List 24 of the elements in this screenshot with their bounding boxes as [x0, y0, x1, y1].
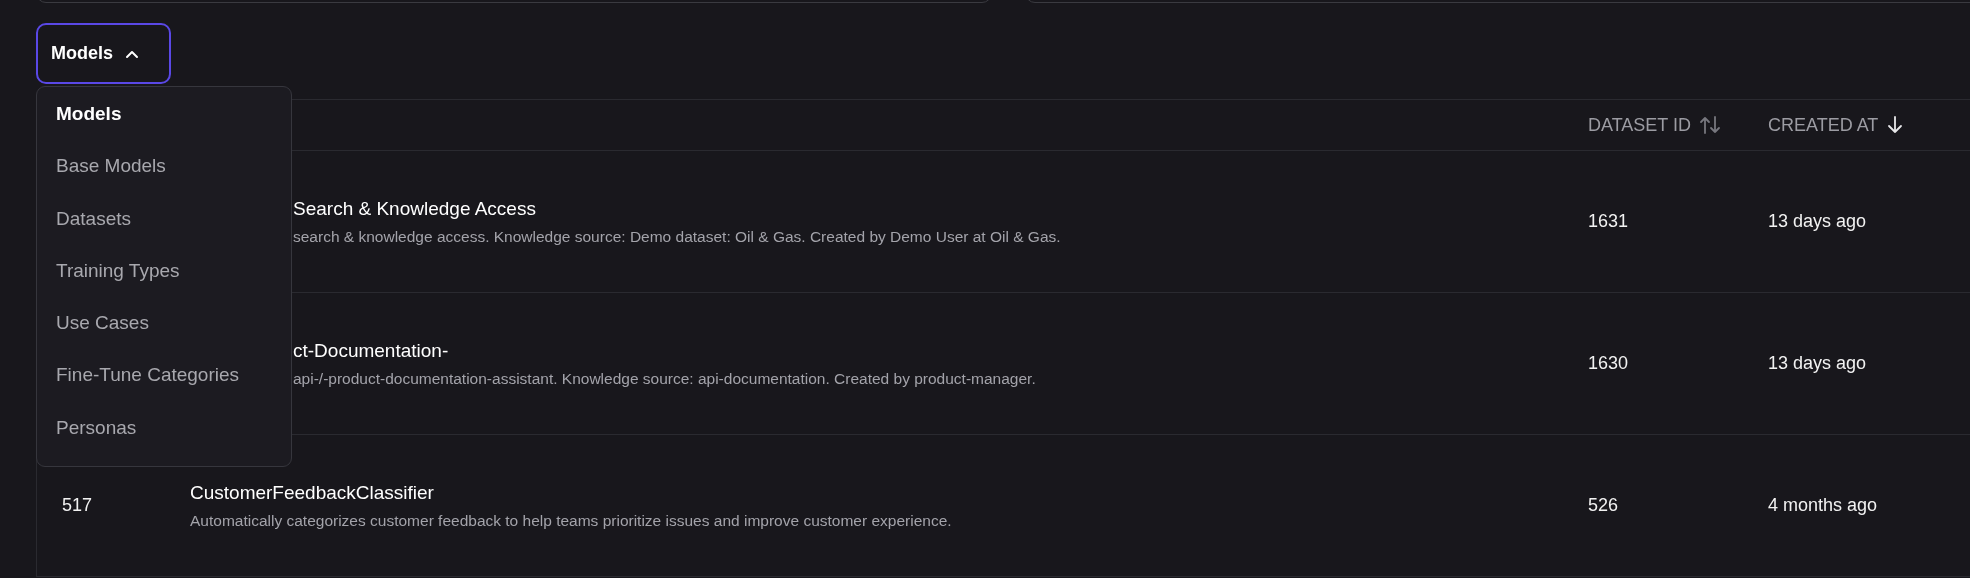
menu-item[interactable]: Models — [56, 100, 291, 153]
menu-item[interactable]: Training Types — [56, 256, 291, 310]
menu-item[interactable]: Fine-Tune Categories — [56, 361, 291, 414]
table-cell: 13 days ago — [1768, 211, 1867, 232]
row-description: search & knowledge access. Knowledge source: Demo dataset: Oil & Gas. Created by Demo User at Oil & Gas. — [293, 227, 1061, 246]
table-cell: 4 months ago — [1768, 495, 1878, 516]
menu-item[interactable]: Base Models — [56, 152, 291, 205]
table-cell: 1630 — [1588, 353, 1629, 374]
chevron-up-icon — [125, 48, 139, 59]
view-dropdown-button[interactable]: Models — [36, 23, 171, 84]
row-description: api-/-product-documentation-assistant. Knowledge source: api-documentation. Created by product-manager. — [293, 369, 1036, 388]
menu-item[interactable]: Personas — [56, 413, 291, 466]
column-header[interactable]: CREATED AT — [1768, 114, 1905, 136]
table-cell: 526 — [1588, 495, 1619, 516]
row-title: ct-Documentation- — [293, 339, 449, 362]
menu-item[interactable]: Datasets — [56, 204, 291, 257]
menu-item[interactable]: Use Cases — [56, 309, 291, 362]
column-header[interactable]: DATASET ID — [1588, 114, 1722, 136]
row-description: Automatically categorizes customer feedback to help teams prioritize issues and improve customer experience. — [190, 511, 952, 530]
row-title: CustomerFeedbackClassifier — [190, 481, 434, 504]
table-cell: 13 days ago — [1768, 353, 1867, 374]
row-title: Search & Knowledge Access — [293, 197, 536, 220]
table-cell: 1631 — [1588, 211, 1629, 232]
id-text: 517 — [62, 495, 93, 516]
